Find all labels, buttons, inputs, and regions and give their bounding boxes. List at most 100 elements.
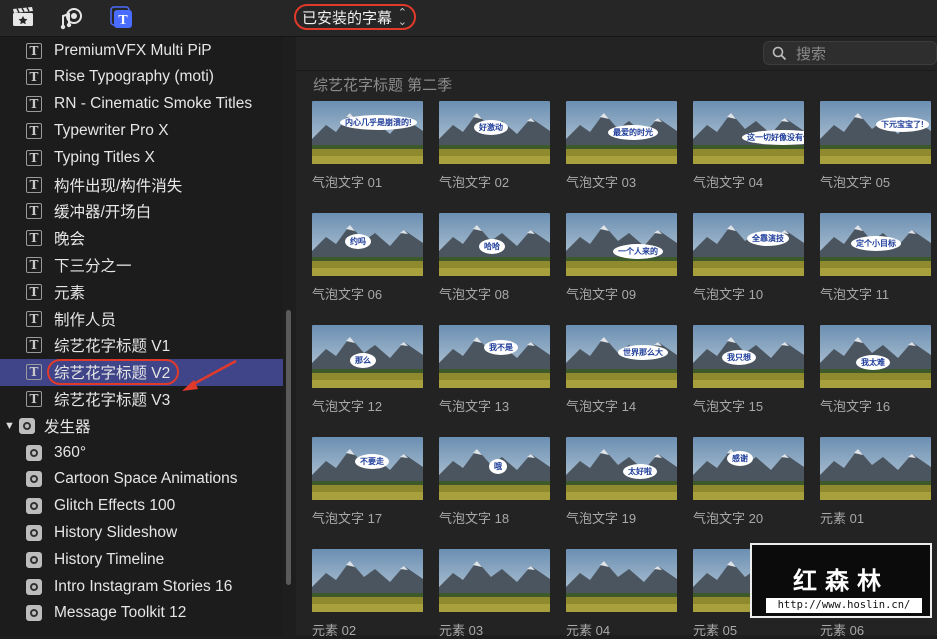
sidebar-item[interactable]: 360° xyxy=(0,439,283,466)
title-thumbnail[interactable]: 最爱的时光 xyxy=(566,101,677,164)
thumbnail-label: 元素 04 xyxy=(566,623,611,638)
sidebar-item-label: 元素 xyxy=(54,284,86,302)
title-thumbnail[interactable]: 我不是 xyxy=(439,325,550,388)
sidebar-item[interactable]: T 缓冲器/开场白 xyxy=(0,198,283,225)
speech-bubble-preview: 不要走 xyxy=(355,454,389,469)
sidebar-item-label: PremiumVFX Multi PiP xyxy=(54,41,212,59)
speech-bubble-preview: 我只想 xyxy=(722,350,756,365)
sidebar-item[interactable]: T 综艺花字标题 V3 xyxy=(0,385,283,412)
title-icon: T xyxy=(26,42,42,59)
title-thumbnail[interactable] xyxy=(439,549,550,612)
thumbnail-label: 气泡文字 15 xyxy=(693,399,764,414)
sidebar-item[interactable]: History Slideshow xyxy=(0,519,283,546)
title-thumbnail[interactable]: 太好啦 xyxy=(566,437,677,500)
title-thumbnail[interactable]: 世界那么大 xyxy=(566,325,677,388)
sidebar-item[interactable]: T 综艺花字标题 V1 xyxy=(0,332,283,359)
sidebar-item[interactable]: T 制作人员 xyxy=(0,305,283,332)
sidebar-item[interactable]: Intro Instagram Stories 16 xyxy=(0,573,283,600)
speech-bubble-preview: 最爱的时光 xyxy=(608,125,658,140)
speech-bubble-preview: 我太难 xyxy=(856,355,890,370)
sidebar-scrollbar[interactable] xyxy=(286,310,291,585)
title-icon: T xyxy=(26,230,42,247)
sidebar-item-label: Message Toolkit 12 xyxy=(54,604,187,622)
title-thumbnail[interactable] xyxy=(820,437,931,500)
sidebar-item-label: History Timeline xyxy=(54,550,165,568)
title-thumbnail[interactable]: 哈哈 xyxy=(439,213,550,276)
title-thumbnail[interactable]: 那么 xyxy=(312,325,423,388)
thumbnail-label: 气泡文字 06 xyxy=(312,287,383,302)
speech-bubble-preview: 我不是 xyxy=(484,340,518,355)
generator-icon xyxy=(26,524,42,541)
sidebar-item-label: 缓冲器/开场白 xyxy=(54,204,152,222)
title-thumbnail[interactable]: 感谢 xyxy=(693,437,804,500)
sidebar-item-label: Glitch Effects 100 xyxy=(54,497,176,515)
sidebar-item[interactable]: Glitch Effects 100 xyxy=(0,493,283,520)
music-camera-icon[interactable] xyxy=(59,6,85,30)
thumbnail-label: 元素 05 xyxy=(693,623,738,638)
sidebar-item-label: Rise Typography (moti) xyxy=(54,68,214,86)
title-thumbnail[interactable]: 这一切好像没有什么 xyxy=(693,101,804,164)
sidebar-item-label: RN - Cinematic Smoke Titles xyxy=(54,95,253,113)
thumbnail-label: 气泡文字 13 xyxy=(439,399,510,414)
sidebar-item[interactable]: T PremiumVFX Multi PiP xyxy=(0,37,283,64)
sidebar-item[interactable]: T RN - Cinematic Smoke Titles xyxy=(0,91,283,118)
speech-bubble-preview: 感谢 xyxy=(727,451,753,466)
thumbnail-label: 元素 06 xyxy=(820,623,865,638)
speech-bubble-preview: 定个小目标 xyxy=(851,236,901,251)
title-thumbnail[interactable]: 定个小目标 xyxy=(820,213,931,276)
sidebar-item[interactable]: T Typing Titles X xyxy=(0,144,283,171)
sidebar: T PremiumVFX Multi PiP T Rise Typography (m… xyxy=(0,37,283,635)
speech-bubble-preview: 全靠演技 xyxy=(747,231,789,246)
title-icon: T xyxy=(26,283,42,300)
title-icon: T xyxy=(26,364,42,381)
thumbnail-label: 气泡文字 05 xyxy=(820,175,891,190)
speech-bubble-preview: 哦 xyxy=(489,459,507,474)
titles-icon[interactable]: T xyxy=(110,6,136,30)
title-thumbnail[interactable]: 我太难 xyxy=(820,325,931,388)
title-thumbnail[interactable]: 好激动 xyxy=(439,101,550,164)
title-thumbnail[interactable] xyxy=(566,549,677,612)
speech-bubble-preview: 约吗 xyxy=(345,234,371,249)
sidebar-item[interactable]: T 下三分之一 xyxy=(0,251,283,278)
toolbar: T 已安装的字幕 ⌃ ⌄ xyxy=(0,0,937,37)
sidebar-item-label: 制作人员 xyxy=(54,311,117,329)
sidebar-folder[interactable]: ▼ 发生器 xyxy=(0,412,283,439)
generator-icon xyxy=(26,498,42,515)
sidebar-item[interactable]: T Typewriter Pro X xyxy=(0,117,283,144)
library-dropdown[interactable]: 已安装的字幕 ⌃ ⌄ xyxy=(294,4,416,30)
title-thumbnail[interactable] xyxy=(312,549,423,612)
title-thumbnail[interactable]: 全靠演技 xyxy=(693,213,804,276)
search-box[interactable] xyxy=(763,41,937,65)
sidebar-item[interactable]: Message Toolkit 12 xyxy=(0,600,283,627)
dropdown-label: 已安装的字幕 xyxy=(302,9,393,27)
thumbnail-label: 气泡文字 20 xyxy=(693,511,764,526)
sidebar-item[interactable]: T 元素 xyxy=(0,278,283,305)
search-icon xyxy=(772,46,787,61)
thumbnail-label: 气泡文字 02 xyxy=(439,175,510,190)
sidebar-item[interactable]: T 构件出现/构件消失 xyxy=(0,171,283,198)
speech-bubble-preview: 下元宝宝了! xyxy=(876,117,929,132)
thumbnail-label: 气泡文字 01 xyxy=(312,175,383,190)
title-thumbnail[interactable]: 我只想 xyxy=(693,325,804,388)
sidebar-item[interactable]: History Timeline xyxy=(0,546,283,573)
sidebar-item-label: 360° xyxy=(54,443,87,461)
generator-icon xyxy=(26,578,42,595)
generator-icon xyxy=(26,551,42,568)
title-thumbnail[interactable]: 不要走 xyxy=(312,437,423,500)
disclosure-triangle-icon[interactable]: ▼ xyxy=(4,420,15,432)
speech-bubble-preview: 世界那么大 xyxy=(618,345,668,360)
title-thumbnail[interactable]: 约吗 xyxy=(312,213,423,276)
clapper-icon[interactable] xyxy=(11,6,37,30)
search-input[interactable] xyxy=(794,43,928,65)
title-thumbnail[interactable]: 哦 xyxy=(439,437,550,500)
title-thumbnail[interactable]: 内心几乎是崩溃的! xyxy=(312,101,423,164)
thumbnail-label: 气泡文字 12 xyxy=(312,399,383,414)
title-icon: T xyxy=(26,69,42,86)
sidebar-item-label: Intro Instagram Stories 16 xyxy=(54,577,233,595)
title-thumbnail[interactable]: 下元宝宝了! xyxy=(820,101,931,164)
sidebar-item[interactable]: T 晚会 xyxy=(0,225,283,252)
sidebar-item[interactable]: Cartoon Space Animations xyxy=(0,466,283,493)
sidebar-item[interactable]: T Rise Typography (moti) xyxy=(0,64,283,91)
title-thumbnail[interactable]: 一个人来的 xyxy=(566,213,677,276)
thumbnail-label: 元素 01 xyxy=(820,511,865,526)
